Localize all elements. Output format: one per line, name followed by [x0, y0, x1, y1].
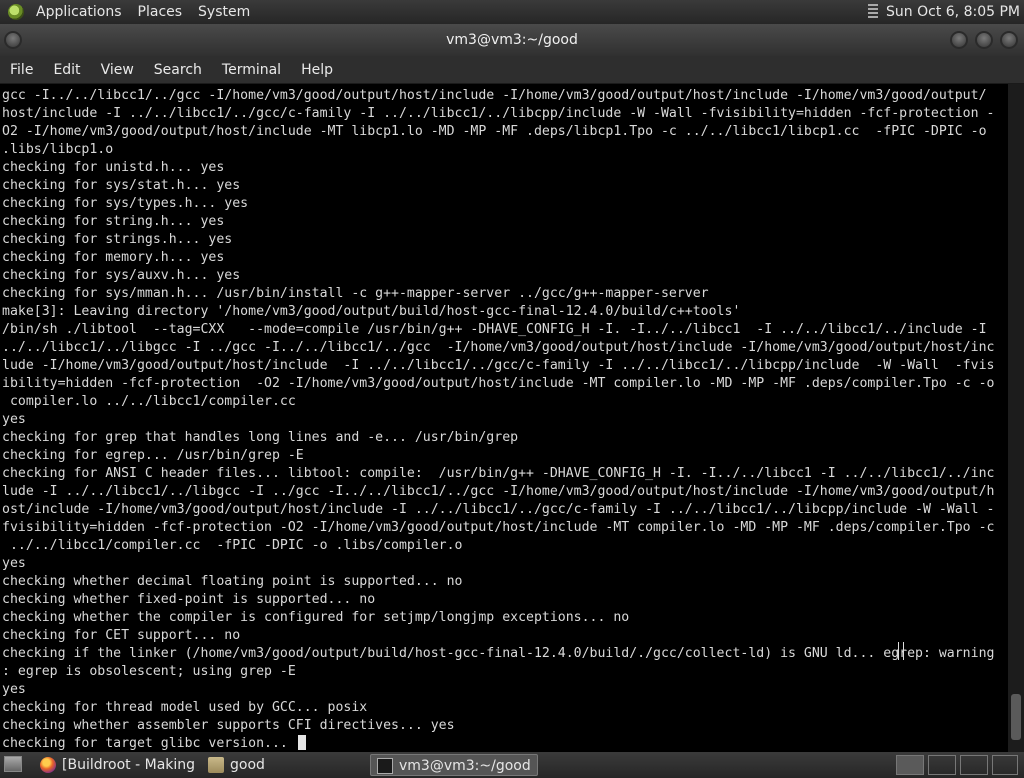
workspace-2[interactable] — [928, 755, 956, 775]
terminal-line: lude -I ../../libcc1/../libgcc -I ../gcc… — [2, 484, 995, 499]
show-desktop-icon[interactable] — [4, 756, 22, 772]
applications-menu[interactable]: Applications — [28, 4, 130, 20]
terminal-line: checking for sys/mman.h... /usr/bin/inst… — [2, 286, 709, 301]
window-titlebar[interactable]: vm3@vm3:~/good — [0, 24, 1024, 56]
terminal-icon — [377, 758, 393, 774]
bottom-panel: [Buildroot - Making ... good vm3@vm3:~/g… — [0, 752, 1024, 778]
menu-help[interactable]: Help — [291, 62, 343, 78]
task-label: [Buildroot - Making ... — [62, 757, 200, 773]
terminal-line: host/include -I ../../libcc1/../gcc/c-fa… — [2, 106, 995, 121]
terminal-line: checking for unistd.h... yes — [2, 160, 225, 175]
scrollbar-thumb[interactable] — [1011, 694, 1021, 740]
terminal-line: checking for sys/types.h... yes — [2, 196, 249, 211]
terminal-line: yes — [2, 682, 26, 697]
folder-icon — [208, 757, 224, 773]
menu-edit[interactable]: Edit — [43, 62, 90, 78]
menu-search[interactable]: Search — [144, 62, 212, 78]
terminal-line: checking for CET support... no — [2, 628, 241, 643]
terminal-line: checking for memory.h... yes — [2, 250, 225, 265]
clock[interactable]: Sun Oct 6, 8:05 PM — [868, 0, 1020, 24]
terminal-line: compiler.lo ../../libcc1/compiler.cc — [2, 394, 296, 409]
terminal-line: checking for thread model used by GCC...… — [2, 700, 368, 715]
terminal-line: ../../libcc1/compiler.cc -fPIC -DPIC -o … — [2, 538, 463, 553]
places-menu[interactable]: Places — [130, 4, 191, 20]
terminal-line: ibility=hidden -fcf-protection -O2 -I/ho… — [2, 376, 995, 391]
terminal-line: make[3]: Leaving directory '/home/vm3/go… — [2, 304, 741, 319]
terminal-line: checking for string.h... yes — [2, 214, 225, 229]
minimize-button[interactable] — [950, 31, 968, 49]
terminal-line: checking if the linker (/home/vm3/good/o… — [2, 646, 995, 661]
terminal-line: lude -I/home/vm3/good/output/host/includ… — [2, 358, 995, 373]
terminal-line: checking for grep that handles long line… — [2, 430, 519, 445]
terminal-line: ../../libcc1/../libgcc -I ../gcc -I../..… — [2, 340, 995, 355]
task-label: vm3@vm3:~/good — [399, 758, 531, 774]
top-panel: Applications Places System Sun Oct 6, 8:… — [0, 0, 1024, 24]
task-label: good — [230, 757, 265, 773]
terminal-line: O2 -I/home/vm3/good/output/host/include … — [2, 124, 987, 139]
distro-logo-icon[interactable] — [8, 4, 24, 20]
terminal-line: .libs/libcp1.o — [2, 142, 114, 157]
terminal-line: : egrep is obsolescent; using grep -E — [2, 664, 296, 679]
task-firefox[interactable]: [Buildroot - Making ... — [34, 754, 200, 776]
terminal-line: checking for sys/stat.h... yes — [2, 178, 241, 193]
close-button[interactable] — [1000, 31, 1018, 49]
window-title: vm3@vm3:~/good — [446, 32, 578, 48]
workspace-4[interactable] — [992, 755, 1018, 775]
panel-handle-icon — [868, 4, 879, 18]
terminal-line: checking for egrep... /usr/bin/grep -E — [2, 448, 304, 463]
terminal-line: checking whether fixed-point is supporte… — [2, 592, 376, 607]
terminal-line: ost/include -I/home/vm3/good/output/host… — [2, 502, 995, 517]
task-file-manager[interactable]: good — [202, 754, 362, 776]
workspace-1[interactable] — [896, 755, 924, 775]
terminal-line: gcc -I../../libcc1/../gcc -I/home/vm3/go… — [2, 88, 987, 103]
terminal-menubar: File Edit View Search Terminal Help — [0, 56, 1024, 84]
maximize-button[interactable] — [975, 31, 993, 49]
terminal-line: checking whether the compiler is configu… — [2, 610, 630, 625]
mouse-ibeam-cursor — [898, 642, 904, 660]
text-cursor — [297, 735, 306, 750]
task-terminal[interactable]: vm3@vm3:~/good — [370, 754, 538, 776]
menu-terminal[interactable]: Terminal — [212, 62, 291, 78]
terminal-line: yes — [2, 412, 26, 427]
terminal-line: checking for ANSI C header files... libt… — [2, 466, 995, 481]
terminal-line: yes — [2, 556, 26, 571]
workspace-3[interactable] — [960, 755, 988, 775]
terminal-line: checking for strings.h... yes — [2, 232, 233, 247]
terminal-line: checking whether assembler supports CFI … — [2, 718, 455, 733]
firefox-icon — [40, 757, 56, 773]
terminal-scrollbar[interactable] — [1008, 84, 1024, 752]
terminal-line: /bin/sh ./libtool --tag=CXX --mode=compi… — [2, 322, 987, 337]
terminal-line: checking whether decimal floating point … — [2, 574, 463, 589]
menu-view[interactable]: View — [91, 62, 144, 78]
terminal-line: fvisibility=hidden -fcf-protection -O2 -… — [2, 520, 995, 535]
terminal-line: checking for target glibc version... — [2, 735, 1008, 752]
menu-file[interactable]: File — [0, 62, 43, 78]
terminal-output[interactable]: gcc -I../../libcc1/../gcc -I/home/vm3/go… — [0, 84, 1008, 752]
system-menu[interactable]: System — [190, 4, 258, 20]
clock-label: Sun Oct 6, 8:05 PM — [886, 4, 1020, 20]
terminal-line: checking for sys/auxv.h... yes — [2, 268, 241, 283]
